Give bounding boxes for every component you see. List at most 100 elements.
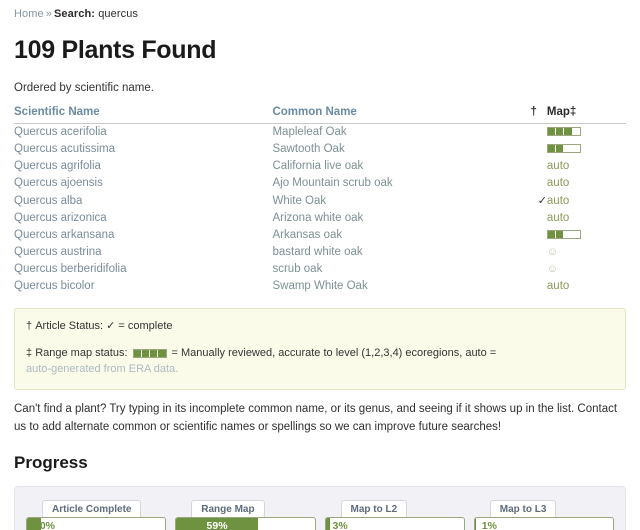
article-status-value: = complete [118,320,173,332]
cell-article-status [519,175,547,192]
progress-track: 59% [175,517,316,530]
cell-common-name: bastard white oak [272,244,519,261]
cell-common-name: Arizona white oak [272,210,519,227]
progress-bars-row: Article Complete 10% Range Map 59% Map to L2… [26,499,614,530]
table-row: Quercus acerifolia Mapleleaf Oak [14,123,626,141]
breadcrumb-separator: » [45,8,52,20]
cell-common-name: scrub oak [272,261,519,278]
progress-value: 10% [34,519,56,530]
range-map-segment [556,145,565,152]
check-icon: ✓ [106,320,116,332]
cell-scientific-name: Quercus austrina [14,244,272,261]
column-header-common-name[interactable]: Common Name [272,105,520,124]
common-name-link[interactable]: Ajo Mountain scrub oak [272,177,392,189]
common-name-link[interactable]: California live oak [272,160,363,172]
cell-scientific-name: Quercus acerifolia [14,123,272,141]
scientific-name-link[interactable]: Quercus acutissima [14,143,115,155]
cell-map-status [546,227,626,244]
range-map-legend-bar [132,349,167,359]
cell-common-name: White Oak [272,192,519,210]
scientific-name-link[interactable]: Quercus alba [14,195,82,207]
range-map-segment [556,128,565,135]
era-data-link[interactable]: auto-generated from ERA data. [26,362,178,378]
cell-common-name: Mapleleaf Oak [272,123,519,141]
column-header-scientific-name[interactable]: Scientific Name [14,105,273,124]
range-map-segment [573,231,580,238]
cell-scientific-name: Quercus arizonica [14,210,272,227]
column-header-article-status: † [519,105,547,124]
table-row: Quercus ajoensis Ajo Mountain scrub oak au… [14,175,626,192]
results-table-head: Scientific Name Common Name † Map‡ [14,105,626,124]
progress-item: Article Complete 10% [26,499,167,530]
cell-scientific-name: Quercus alba [14,192,272,210]
legend-range-map-row: ‡ Range map status: = Manually reviewed,… [26,346,614,378]
auto-map-label: auto [546,177,570,189]
progress-heading: Progress [14,453,88,473]
range-map-segment [150,350,159,358]
cell-scientific-name: Quercus bicolor [14,278,272,297]
cell-scientific-name: Quercus agrifolia [14,158,272,175]
progress-panel: Article Complete 10% Range Map 59% Map to L2… [14,486,626,530]
range-map-segment [547,145,557,152]
range-map-bar [546,127,581,136]
cell-map-status: auto [547,278,626,297]
auto-map-label: auto [546,194,570,207]
common-name-link[interactable]: scrub oak [272,263,322,275]
cell-common-name: Ajo Mountain scrub oak [272,175,519,192]
cell-map-status: ☺ [547,244,626,261]
cell-article-status [519,210,547,227]
progress-item: Map to L2 3% [324,499,465,530]
range-map-label: Range map status: [35,346,128,359]
breadcrumb-home-link[interactable]: Home [14,8,44,20]
cell-map-status [546,123,626,141]
cant-find-paragraph: Can't find a plant? Try typing in its in… [14,402,618,433]
table-row: Quercus berberidifolia scrub oak ☺ [14,261,626,278]
scientific-name-link[interactable]: Quercus bicolor [14,280,95,292]
common-name-link[interactable]: Arkansas oak [272,229,342,241]
range-map-segment [547,128,557,135]
breadcrumb-search-term: quercus [98,8,139,20]
common-name-link[interactable]: Sawtooth Oak [272,143,344,155]
progress-fill [474,518,477,530]
cell-common-name: Arkansas oak [272,227,519,244]
common-name-link[interactable]: Arizona white oak [272,212,363,224]
cell-article-status [519,158,547,175]
progress-label: Article Complete [42,500,142,518]
cell-scientific-name: Quercus ajoensis [14,175,272,192]
scientific-name-link[interactable]: Quercus agrifolia [14,160,101,172]
table-row: Quercus austrina bastard white oak ☺ [14,244,626,261]
legend-article-status-row: † Article Status: ✓ = complete [26,319,614,335]
progress-value: 3% [332,519,348,530]
scientific-name-link[interactable]: Quercus ajoensis [14,177,103,189]
cell-map-status: auto [547,158,626,175]
column-header-map: Map‡ [546,105,626,124]
cell-map-status: auto [547,210,626,227]
progress-item: Map to L3 1% [473,499,614,530]
common-name-link[interactable]: Swamp White Oak [272,280,367,292]
common-name-link[interactable]: White Oak [272,195,326,207]
common-name-link[interactable]: bastard white oak [272,246,362,258]
scientific-name-link[interactable]: Quercus arizonica [14,212,107,224]
auto-map-label: auto [546,280,570,292]
table-row: Quercus arkansana Arkansas oak [14,227,626,244]
cell-article-status [519,261,547,278]
scientific-name-link[interactable]: Quercus acerifolia [14,126,107,138]
progress-label: Map to L3 [489,500,557,518]
scientific-name-link[interactable]: Quercus berberidifolia [14,263,127,275]
cell-scientific-name: Quercus arkansana [14,227,272,244]
no-map-icon: ☺ [546,246,559,258]
range-map-segment [564,128,573,135]
progress-item: Range Map 59% [175,499,316,530]
progress-value: 59% [206,519,228,530]
cell-scientific-name: Quercus berberidifolia [14,261,272,278]
scientific-name-link[interactable]: Quercus arkansana [14,229,114,241]
cell-article-status [519,227,547,244]
table-row: Quercus acutissima Sawtooth Oak [14,141,626,158]
cell-map-status: auto [547,175,626,192]
cell-common-name: Sawtooth Oak [272,141,519,158]
scientific-name-link[interactable]: Quercus austrina [14,246,102,258]
legend-box: † Article Status: ✓ = complete ‡ Range m… [14,308,626,390]
progress-fill [325,518,330,530]
range-map-marker: ‡ [26,346,33,359]
common-name-link[interactable]: Mapleleaf Oak [272,126,346,138]
